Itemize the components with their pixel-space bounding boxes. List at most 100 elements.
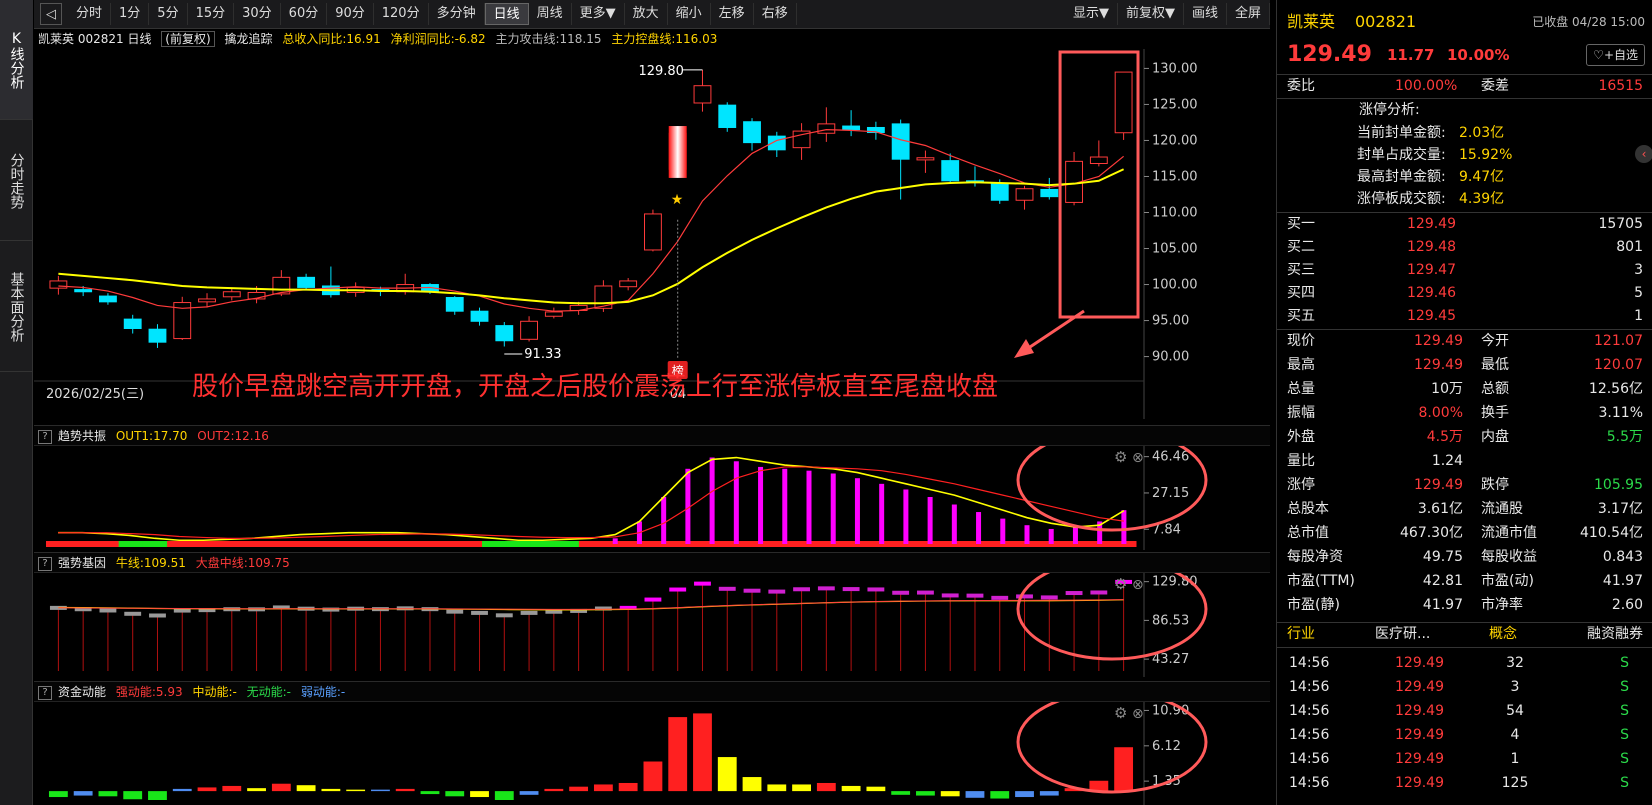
candle[interactable] [966, 166, 984, 187]
collapse-arrow-icon[interactable]: ‹ [1635, 145, 1652, 163]
momentum-bar [494, 791, 514, 800]
trend-bar [758, 466, 764, 544]
gear-icon[interactable]: ⚙ [1114, 448, 1127, 466]
period-9[interactable]: 多分钟 [429, 3, 485, 25]
candle[interactable] [544, 307, 563, 319]
weicha-value: 16515 [1598, 78, 1643, 94]
period-5[interactable]: 30分 [234, 3, 281, 25]
help-icon[interactable]: ? [38, 685, 52, 700]
candle[interactable] [123, 314, 142, 334]
tab-kline[interactable]: K线分析 [0, 0, 33, 120]
candle[interactable] [495, 322, 514, 347]
stat-value: 2.60 [1611, 597, 1643, 613]
trend-strip-segment [264, 541, 289, 547]
stat-value: 120.07 [1594, 357, 1643, 373]
candle[interactable] [1040, 177, 1059, 200]
display-dropdown[interactable]: 显示▼ [1065, 3, 1118, 25]
draw-button[interactable]: 画线 [1184, 3, 1227, 25]
fq-label[interactable]: (前复权) [161, 31, 215, 47]
candle[interactable] [916, 150, 935, 173]
close-icon[interactable]: ⊗ [1132, 577, 1144, 593]
back-button[interactable]: ◁ [40, 3, 62, 25]
bid-row[interactable]: 买一 129.49 15705 [1277, 213, 1652, 236]
period-6[interactable]: 60分 [281, 3, 328, 25]
tick-row[interactable]: 14:56 129.49 1 S [1277, 748, 1652, 771]
tick-row[interactable]: 14:56 129.49 32 S [1277, 652, 1652, 675]
gear-icon[interactable]: ⚙ [1114, 704, 1127, 722]
candle[interactable] [767, 131, 786, 158]
period-8[interactable]: 120分 [374, 3, 429, 25]
period-7[interactable]: 90分 [327, 3, 374, 25]
fq-dropdown[interactable]: 前复权▼ [1118, 3, 1184, 25]
candle-body [49, 280, 68, 289]
more-button[interactable]: 更多▼ [572, 3, 625, 25]
tick-row[interactable]: 14:56 129.49 3 S [1277, 676, 1652, 699]
toolbar: ◁ 分时 1分 5分 15分 30分 60分 90分 120分 多分钟 日线 周… [34, 0, 1270, 29]
strong-gene-chart[interactable]: 129.8086.5343.27⚙ ⊗ [34, 573, 1270, 677]
candle[interactable] [520, 316, 538, 342]
panel-title: 资金动能 [58, 685, 107, 699]
candle[interactable] [619, 278, 638, 291]
candle-body [544, 311, 563, 317]
stat-value: 467.30亿 [1400, 525, 1463, 541]
candlestick-chart[interactable]: 130.00 125.00 120.00 115.00 110.00 105.00 100.… [34, 49, 1270, 419]
candle[interactable] [718, 102, 737, 132]
candle[interactable] [817, 107, 836, 142]
candle[interactable] [222, 288, 241, 301]
candle[interactable] [1089, 140, 1108, 167]
close-icon[interactable]: ⊗ [1132, 706, 1144, 722]
period-1[interactable]: 分时 [68, 3, 112, 25]
gene-bar [867, 587, 885, 592]
candle[interactable] [148, 324, 167, 348]
candle[interactable] [445, 296, 464, 315]
help-icon[interactable]: ? [38, 556, 52, 571]
period-weekly[interactable]: 周线 [529, 3, 572, 25]
candle[interactable] [1065, 151, 1083, 206]
candle[interactable] [866, 121, 885, 140]
momentum-bar [420, 791, 440, 795]
tab-intraday[interactable]: 分时走势 [0, 121, 33, 241]
fund-momentum-chart[interactable]: 10.906.121.35⚙ ⊗ [34, 702, 1270, 805]
stat-value: 129.49 [1414, 357, 1463, 373]
stat-label: 市盈(静) [1287, 597, 1340, 613]
candle[interactable] [49, 275, 68, 295]
bid-row[interactable]: 买三 129.47 3 [1277, 259, 1652, 282]
bid-row[interactable]: 买四 129.46 5 [1277, 282, 1652, 305]
candle[interactable] [743, 118, 761, 151]
help-icon[interactable]: ? [38, 429, 52, 444]
period-daily[interactable]: 日线 [484, 3, 529, 25]
candle[interactable] [1015, 185, 1034, 210]
move-left-button[interactable]: 左移 [711, 3, 754, 25]
candle[interactable] [644, 209, 662, 252]
stat-value: 10万 [1431, 381, 1463, 397]
close-icon[interactable]: ⊗ [1132, 450, 1144, 466]
move-right-button[interactable]: 右移 [754, 3, 797, 25]
period-2[interactable]: 1分 [111, 3, 150, 25]
candle[interactable] [1114, 71, 1133, 140]
candle[interactable] [470, 307, 489, 326]
candle[interactable] [99, 293, 117, 305]
bid-row[interactable]: 买五 129.45 1 [1277, 305, 1652, 328]
period-4[interactable]: 15分 [188, 3, 235, 25]
gear-icon[interactable]: ⚙ [1114, 575, 1127, 593]
candle[interactable] [321, 266, 340, 298]
candle[interactable] [842, 110, 861, 137]
tick-row[interactable]: 14:56 129.49 54 S [1277, 700, 1652, 723]
tab-fundamentals[interactable]: 基本面分析 [0, 242, 33, 372]
add-watchlist-button[interactable]: ♡+自选 [1586, 44, 1645, 66]
candle[interactable] [173, 296, 192, 341]
candle[interactable] [693, 69, 712, 112]
trend-resonance-chart[interactable]: 46.4627.157.84⚙ ⊗ [34, 446, 1270, 550]
fullscreen-button[interactable]: 全屏 [1227, 3, 1270, 25]
tick-row[interactable]: 14:56 129.49 125 S [1277, 772, 1652, 795]
gene-bar [892, 590, 910, 595]
tick-row[interactable]: 14:56 129.49 4 S [1277, 724, 1652, 747]
stat-label: 市净率 [1481, 597, 1523, 613]
zoom-out-button[interactable]: 缩小 [668, 3, 711, 25]
candle[interactable] [297, 273, 316, 290]
candle[interactable] [792, 123, 811, 160]
zoom-in-button[interactable]: 放大 [625, 3, 668, 25]
trend-bar [709, 457, 715, 544]
bid-row[interactable]: 买二 129.48 801 [1277, 236, 1652, 259]
period-3[interactable]: 5分 [149, 3, 188, 25]
